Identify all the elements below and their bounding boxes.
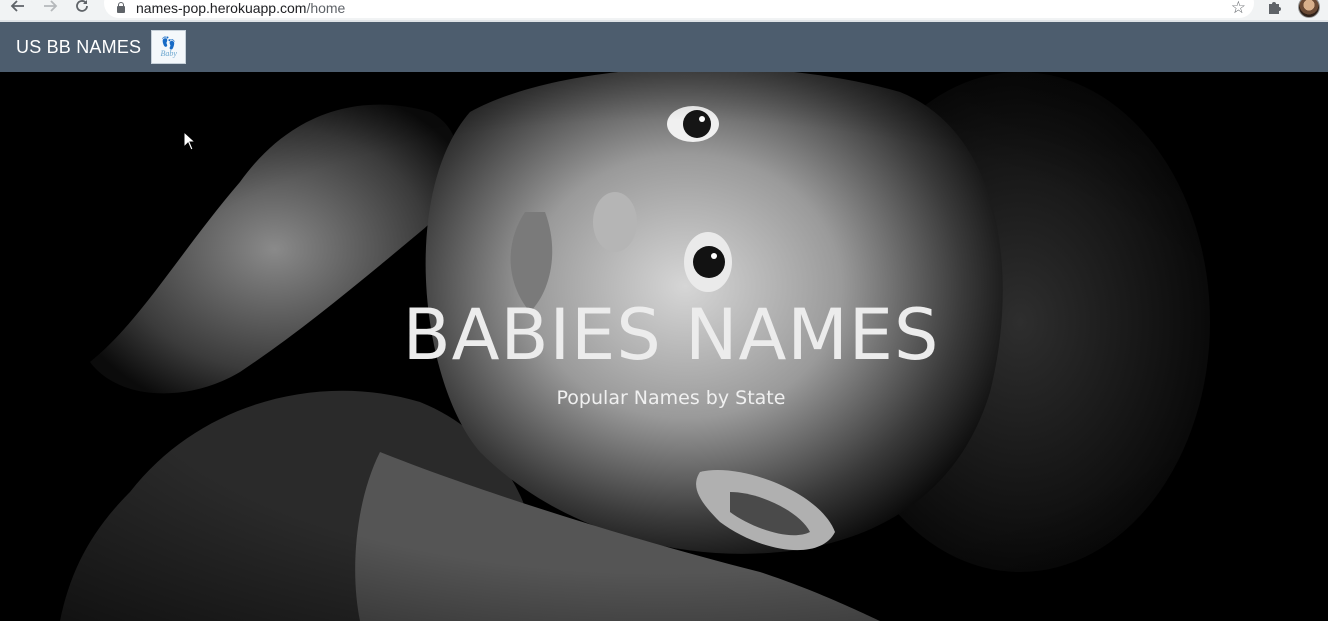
hero-title: BABIES NAMES [402, 294, 940, 376]
arrow-right-icon [44, 0, 58, 12]
brand-link[interactable]: US BB NAMES [16, 37, 141, 58]
reload-icon [76, 0, 88, 12]
url-host: names-pop.herokuapp.com [136, 0, 307, 16]
profile-avatar[interactable] [1298, 0, 1320, 18]
lock-icon [116, 2, 126, 13]
brand-logo[interactable]: 👣 Baby [151, 30, 187, 64]
address-bar[interactable]: names-pop.herokuapp.com/home [104, 0, 1254, 18]
url-path: /home [306, 0, 346, 16]
logo-text: Baby [160, 48, 177, 58]
mouse-cursor-icon [183, 131, 197, 151]
bookmark-star-icon[interactable]: ☆ [1231, 0, 1246, 18]
url-text: names-pop.herokuapp.com/home [136, 1, 345, 15]
baby-feet-icon: 👣 [161, 35, 177, 50]
hero-subtitle: Popular Names by State [556, 387, 786, 409]
browser-toolbar: names-pop.herokuapp.com/home ☆ [0, 0, 1328, 20]
hero-section: BABIES NAMES Popular Names by State [0, 72, 1328, 621]
forward-button[interactable] [34, 0, 66, 16]
back-button[interactable] [2, 0, 34, 16]
puzzle-icon[interactable] [1266, 0, 1284, 16]
site-navbar: US BB NAMES 👣 Baby [0, 20, 1328, 72]
arrow-left-icon [10, 0, 24, 12]
reload-button[interactable] [66, 0, 98, 16]
